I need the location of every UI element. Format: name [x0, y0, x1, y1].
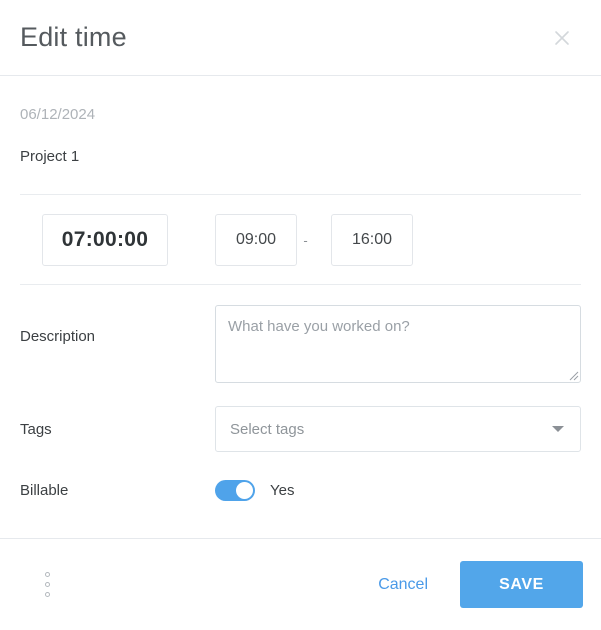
more-vertical-icon[interactable]	[32, 564, 62, 606]
save-button[interactable]: SAVE	[460, 561, 583, 608]
time-row: 07:00:00 09:00 - 16:00	[20, 195, 581, 266]
dialog-header: Edit time	[0, 0, 601, 76]
toggle-knob	[236, 482, 253, 499]
time-separator: -	[303, 232, 308, 248]
page-title: Edit time	[20, 22, 127, 52]
dialog-footer: Cancel SAVE	[0, 538, 601, 630]
entry-project[interactable]: Project 1	[20, 122, 581, 164]
dot-2	[44, 582, 50, 587]
close-icon[interactable]	[545, 21, 579, 55]
chevron-down-icon	[552, 426, 564, 432]
tags-select[interactable]: Select tags	[215, 406, 581, 452]
description-input[interactable]	[215, 305, 581, 383]
billable-state-label: Yes	[270, 482, 295, 499]
duration-input[interactable]: 07:00:00	[42, 214, 168, 266]
entry-date: 06/12/2024	[20, 106, 96, 123]
tags-row: Tags Select tags	[20, 383, 581, 452]
footer-actions: Cancel SAVE	[368, 561, 583, 608]
start-time-input[interactable]: 09:00	[215, 214, 297, 266]
billable-toggle-wrap: Yes	[215, 480, 294, 501]
dialog-body: 06/12/2024 Project 1 07:00:00 09:00 - 16…	[0, 76, 601, 538]
end-time-input[interactable]: 16:00	[331, 214, 413, 266]
description-row: Description	[20, 285, 581, 383]
description-wrapper	[215, 305, 581, 383]
description-label: Description	[20, 328, 96, 345]
billable-toggle[interactable]	[215, 480, 255, 501]
tags-placeholder: Select tags	[230, 420, 305, 438]
edit-time-dialog: Edit time 06/12/2024 Project 1 07:00:00 …	[0, 0, 601, 630]
billable-row: Billable Yes	[20, 452, 581, 501]
billable-label: Billable	[20, 482, 69, 499]
dot-3	[44, 592, 50, 597]
cancel-button[interactable]: Cancel	[368, 568, 438, 602]
dot-1	[44, 572, 50, 577]
tags-label: Tags	[20, 421, 52, 438]
